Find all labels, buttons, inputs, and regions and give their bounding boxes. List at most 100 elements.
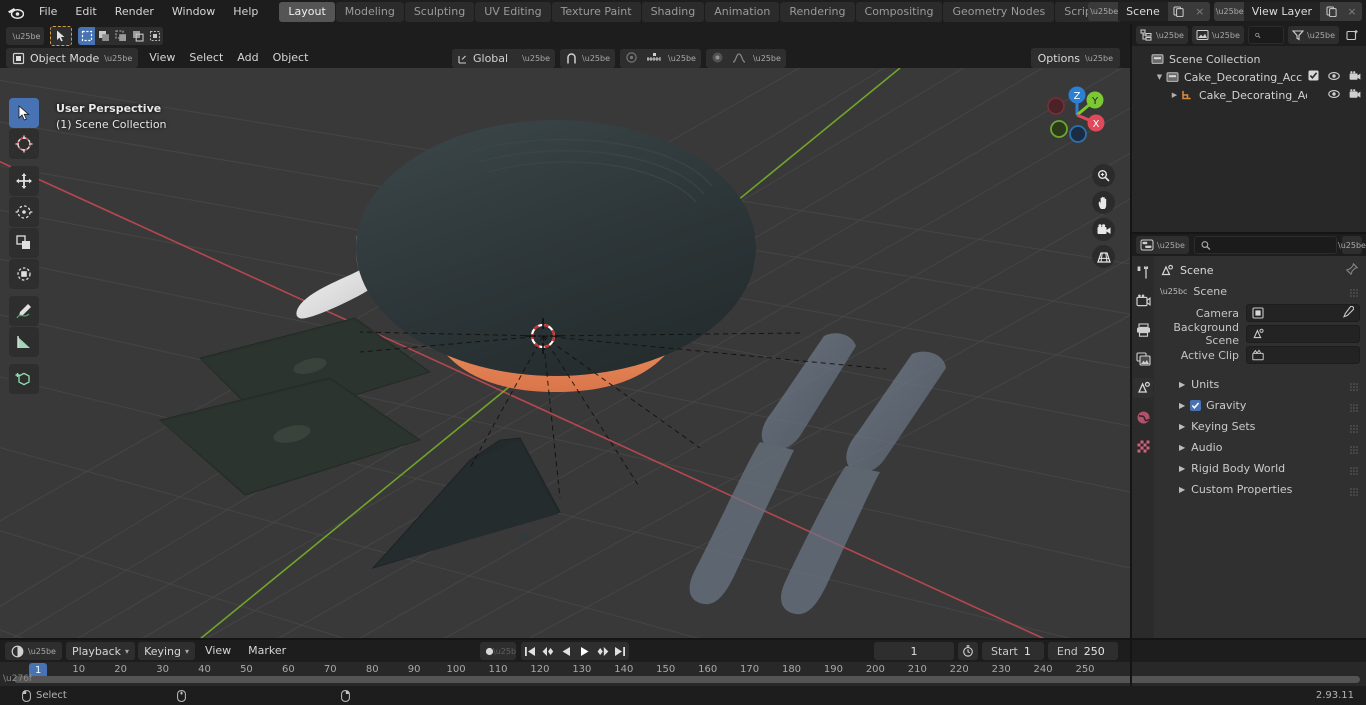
workspace-tab-layout[interactable]: Layout — [279, 2, 335, 22]
scene-icon[interactable]: \u25be — [1088, 2, 1119, 21]
properties-panel-custom-properties[interactable]: ▶ Custom Properties — [1154, 479, 1366, 500]
timeline-menu-marker[interactable]: Marker — [241, 642, 293, 660]
eye-visibility-icon[interactable] — [1328, 71, 1340, 84]
extend-select-icon[interactable] — [95, 27, 112, 45]
background-scene-field[interactable] — [1246, 325, 1360, 343]
disclosure-triangle-icon[interactable]: ▼ — [1153, 73, 1166, 81]
eyedropper-icon[interactable] — [1342, 305, 1355, 321]
proportional-edit-group[interactable]: \u25be — [620, 49, 701, 68]
scene-id-block[interactable]: \u25be Scene × — [1088, 2, 1210, 21]
menu-help[interactable]: Help — [224, 3, 267, 21]
menu-edit[interactable]: Edit — [66, 3, 105, 21]
pin-icon[interactable] — [1345, 262, 1359, 278]
new-view-layer-icon[interactable] — [1320, 2, 1342, 21]
play-reverse-button[interactable] — [557, 642, 575, 660]
workspace-tab-compositing[interactable]: Compositing — [855, 2, 943, 22]
frame-end-field[interactable]: End 250 — [1047, 642, 1118, 660]
exclude-checkbox[interactable] — [1308, 70, 1319, 84]
snap-toggle[interactable]: \u25be — [560, 49, 615, 68]
cursor-tool-button[interactable] — [9, 129, 39, 159]
measure-tool-button[interactable] — [9, 327, 39, 357]
remove-view-layer-button[interactable]: × — [1342, 2, 1362, 21]
scale-tool-button[interactable] — [9, 228, 39, 258]
next-keyframe-button[interactable] — [593, 642, 611, 660]
workspace-tab-shading[interactable]: Shading — [641, 2, 705, 22]
disclosure-triangle-icon[interactable]: ▶ — [1179, 422, 1185, 431]
disclosure-triangle-icon[interactable]: ▶ — [1179, 401, 1185, 410]
properties-tab-tool[interactable] — [1133, 262, 1153, 282]
workspace-tab-rendering[interactable]: Rendering — [780, 2, 855, 22]
disclosure-triangle-icon[interactable]: ▶ — [1179, 485, 1185, 494]
disclosure-triangle-icon[interactable]: ▶ — [1168, 91, 1181, 99]
proportional-falloff-group[interactable]: \u25be — [705, 49, 786, 68]
move-tool-button[interactable] — [9, 166, 39, 196]
outliner-row-1[interactable]: ▼ Cake_Decorating_Accessories — [1132, 68, 1366, 86]
annotate-tool-button[interactable] — [9, 296, 39, 326]
workspace-tab-uv-editing[interactable]: UV Editing — [475, 2, 551, 22]
outliner-row-2[interactable]: ▶ Cake_Decorating_Access — [1132, 86, 1366, 104]
tweak-tool-icon[interactable] — [50, 26, 72, 46]
add-cube-tool-button[interactable] — [9, 364, 39, 394]
timeline-scrollbar[interactable] — [14, 676, 1360, 683]
disclosure-triangle-icon[interactable]: ▶ — [1179, 464, 1185, 473]
properties-panel-rigid-body-world[interactable]: ▶ Rigid Body World — [1154, 458, 1366, 479]
rotate-tool-button[interactable] — [9, 197, 39, 227]
new-scene-icon[interactable] — [1167, 2, 1190, 21]
toggle-projection-button[interactable] — [1092, 245, 1115, 268]
timeline-menu-keying[interactable]: Keying ▾ — [138, 642, 196, 660]
vertical-editor-split[interactable] — [1130, 24, 1132, 686]
workspace-tab-geometry-nodes[interactable]: Geometry Nodes — [943, 2, 1055, 22]
scene-name[interactable]: Scene — [1118, 2, 1168, 21]
funnel-filter-icon[interactable]: \u25be — [1288, 26, 1339, 44]
play-button[interactable] — [575, 642, 593, 660]
proportional-edit-icon[interactable] — [625, 51, 638, 67]
frame-start-field[interactable]: Start 1 — [982, 642, 1044, 660]
workspace-tab-animation[interactable]: Animation — [705, 2, 780, 22]
viewport-options-dropdown[interactable]: Options \u25be — [1030, 48, 1120, 68]
properties-options-dropdown[interactable]: \u25be — [1338, 236, 1366, 254]
workspace-tab-sculpting[interactable]: Sculpting — [404, 2, 475, 22]
properties-panel-keying-sets[interactable]: ▶ Keying Sets — [1154, 416, 1366, 437]
outliner-row-0[interactable]: Scene Collection — [1132, 50, 1366, 68]
viewport-canvas[interactable]: User Perspective (1) Scene Collection Z … — [0, 68, 1130, 639]
scene-panel-header[interactable]: \u25bc Scene — [1154, 280, 1366, 302]
previous-keyframe-button[interactable] — [539, 642, 557, 660]
workspace-tab-texture-paint[interactable]: Texture Paint — [551, 2, 641, 22]
transform-orientation-dropdown[interactable]: Global \u25be — [452, 49, 556, 68]
properties-tab-texture[interactable] — [1133, 436, 1153, 456]
intersect-select-icon[interactable] — [146, 27, 163, 45]
camera-view-button[interactable] — [1092, 218, 1115, 241]
camera-field[interactable] — [1246, 304, 1360, 322]
properties-search-input[interactable] — [1193, 236, 1337, 254]
navigation-gizmo[interactable]: Z Y X — [1038, 76, 1116, 154]
properties-tab-world[interactable] — [1133, 407, 1153, 427]
viewport-menu-view[interactable]: View — [142, 48, 182, 68]
id-type-filter-icon[interactable]: \u25be — [1191, 26, 1244, 44]
disclosure-triangle-icon[interactable]: ▶ — [1179, 443, 1185, 452]
falloff-smooth-icon[interactable] — [732, 51, 746, 67]
view-layer-name[interactable]: View Layer — [1243, 2, 1320, 21]
subtract-select-icon[interactable] — [112, 27, 129, 45]
view-layer-icon[interactable]: \u25be — [1213, 2, 1244, 21]
panel-enable-checkbox[interactable] — [1190, 400, 1202, 411]
properties-panel-units[interactable]: ▶ Units — [1154, 374, 1366, 395]
viewport-menu-add[interactable]: Add — [230, 48, 265, 68]
invert-select-icon[interactable] — [129, 27, 146, 45]
snap-increment-icon[interactable] — [646, 51, 661, 67]
properties-editor-icon[interactable]: \u25be — [1136, 236, 1189, 254]
menu-window[interactable]: Window — [163, 3, 224, 21]
zoom-view-button[interactable] — [1092, 164, 1115, 187]
properties-panel-audio[interactable]: ▶ Audio — [1154, 437, 1366, 458]
properties-tab-render[interactable] — [1133, 291, 1153, 311]
workspace-tab-modeling[interactable]: Modeling — [335, 2, 404, 22]
move-view-button[interactable] — [1092, 191, 1115, 214]
timeline-menu-view[interactable]: View — [198, 642, 238, 660]
jump-to-start-button[interactable] — [521, 642, 539, 660]
properties-tab-view-layer[interactable] — [1133, 349, 1153, 369]
menu-render[interactable]: Render — [106, 3, 163, 21]
properties-tab-scene[interactable] — [1133, 378, 1153, 398]
current-frame-field[interactable]: 1 — [874, 642, 954, 660]
timeline-expand-arrow[interactable]: \u276f — [3, 674, 32, 684]
render-visibility-icon[interactable] — [1349, 70, 1361, 84]
disclosure-triangle-icon[interactable]: ▶ — [1179, 380, 1185, 389]
